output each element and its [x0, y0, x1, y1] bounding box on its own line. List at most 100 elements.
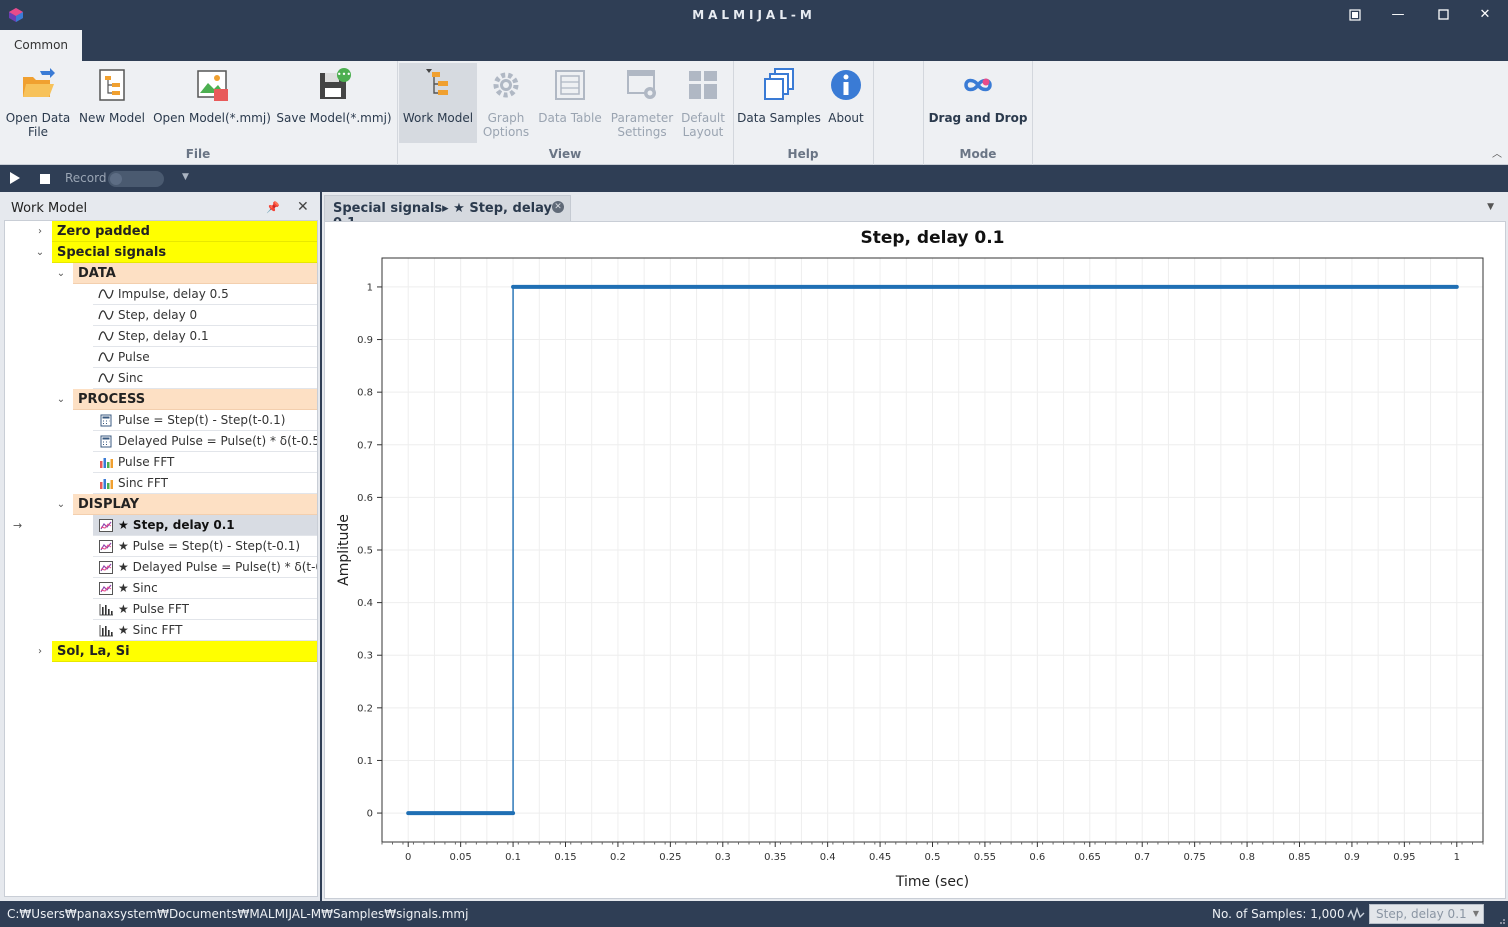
stop-icon[interactable] — [40, 174, 50, 184]
tree-node-label: Step, delay 0 — [118, 308, 198, 322]
chevron-down-icon[interactable]: ⌄ — [56, 263, 66, 284]
wave-icon — [98, 310, 114, 320]
resize-grip-icon[interactable] — [1498, 917, 1506, 925]
maximize-button[interactable] — [1428, 4, 1458, 26]
close-tab-icon[interactable]: ✕ — [552, 201, 564, 213]
tree-group-node[interactable]: Zero padded — [52, 221, 317, 242]
tree-group-node[interactable]: Special signals — [52, 242, 317, 263]
tree-leaf-node[interactable]: Step, delay 0.1 — [93, 326, 317, 347]
tree-leaf-node[interactable]: ★ Pulse = Step(t) - Step(t-0.1) — [93, 536, 317, 557]
line-chart-icon — [99, 519, 113, 532]
window-title: MALMIJAL-M — [692, 8, 816, 22]
chart-panel[interactable]: Step, delay 0.1 0 0.05 0.1 0.15 0.2 0.25 0.3 0.3… — [324, 221, 1506, 899]
graph-options-label: Graph Options — [482, 111, 530, 139]
new-model-button[interactable]: New Model — [78, 63, 146, 143]
y-tick-label: 0.3 — [357, 651, 373, 662]
work-model-button[interactable]: Work Model — [399, 63, 477, 143]
x-tick-label: 0.85 — [1288, 852, 1310, 863]
default-layout-label: Default Layout — [681, 111, 725, 139]
ribbon: Open Data File New Model Open Model(*.mm… — [0, 61, 1508, 165]
about-label: About — [828, 111, 864, 125]
tree-leaf-node[interactable]: ★ Delayed Pulse = Pulse(t) * δ(t-0.5 — [93, 557, 317, 578]
tab-common[interactable]: Common — [0, 30, 82, 61]
record-label: Record — [65, 171, 107, 185]
wave-icon — [98, 373, 114, 383]
tree-leaf-node[interactable]: ★ Sinc FFT — [93, 620, 317, 641]
x-tick-label: 0.25 — [659, 852, 681, 863]
restore-layout-button[interactable] — [1340, 4, 1370, 26]
x-tick-label: 0.55 — [974, 852, 996, 863]
settings-window-icon — [627, 70, 656, 99]
minimize-button[interactable]: — — [1383, 4, 1413, 26]
open-model-button[interactable]: Open Model(*.mmj) — [152, 63, 272, 143]
y-tick-label: 0.7 — [357, 440, 373, 451]
tree-node-label: Pulse — [118, 350, 150, 364]
x-tick-label: 0.9 — [1344, 852, 1360, 863]
display-selector[interactable]: Step, delay 0.1 ▼ — [1369, 904, 1484, 924]
x-tick-label: 0.45 — [869, 852, 891, 863]
group-separator — [1032, 61, 1033, 165]
waveform-icon — [1347, 907, 1365, 921]
tree-node-label: ★ Pulse = Step(t) - Step(t-0.1) — [118, 539, 301, 553]
chevron-up-icon: ︿ — [1492, 149, 1502, 160]
pin-icon[interactable]: 📌 — [266, 201, 280, 214]
chevron-down-icon[interactable]: ⌄ — [56, 494, 66, 515]
tree-leaf-node[interactable]: ★ Sinc — [93, 578, 317, 599]
tree-node-label: Delayed Pulse = Pulse(t) * δ(t-0.5) — [118, 434, 318, 448]
tree-leaf-node-selected[interactable]: ★ Step, delay 0.1 — [93, 515, 317, 536]
data-table-label: Data Table — [538, 111, 602, 125]
tree-leaf-node[interactable]: Pulse FFT — [93, 452, 317, 473]
y-tick-label: 0.9 — [357, 335, 373, 346]
chevron-down-icon[interactable]: ⌄ — [56, 389, 66, 410]
chevron-right-icon[interactable]: › — [35, 641, 45, 662]
chart-title: Step, delay 0.1 — [860, 228, 1004, 248]
data-table-button[interactable]: Data Table — [538, 63, 602, 143]
tree-leaf-node[interactable]: Delayed Pulse = Pulse(t) * δ(t-0.5) — [93, 431, 318, 452]
tree-leaf-node[interactable]: Pulse — [93, 347, 317, 368]
tree-leaf-node[interactable]: Impulse, delay 0.5 — [93, 284, 317, 305]
document-menu-icon[interactable]: ▼ — [1487, 202, 1494, 212]
about-button[interactable]: About — [823, 63, 869, 143]
open-data-file-button[interactable]: Open Data File — [4, 63, 72, 143]
record-toggle[interactable] — [108, 171, 164, 187]
tree-leaf-node[interactable]: ★ Pulse FFT — [93, 599, 317, 620]
data-samples-button[interactable]: Data Samples — [737, 63, 821, 143]
open-data-file-label: Open Data File — [5, 111, 71, 139]
step-chart[interactable]: Step, delay 0.1 0 0.05 0.1 0.15 0.2 0.25 0.3 0.3… — [325, 222, 1505, 898]
tree-node-label: DISPLAY — [78, 497, 140, 512]
drag-and-drop-button[interactable]: Drag and Drop — [926, 63, 1030, 143]
new-model-label: New Model — [78, 111, 146, 125]
graph-options-button[interactable]: Graph Options — [480, 63, 532, 143]
tree-leaf-node[interactable]: Sinc — [93, 368, 317, 389]
default-layout-button[interactable]: Default Layout — [680, 63, 726, 143]
chevron-down-icon: ▼ — [1472, 909, 1479, 918]
histogram-icon — [99, 604, 113, 616]
y-tick-label: 0.1 — [357, 756, 373, 767]
chevron-right-icon[interactable]: › — [35, 221, 45, 242]
tree-node-label: PROCESS — [78, 392, 146, 407]
close-pane-icon[interactable]: ✕ — [297, 199, 309, 215]
parameter-settings-button[interactable]: Parameter Settings — [608, 63, 676, 143]
collapse-ribbon-button[interactable]: ︿ — [1492, 145, 1502, 160]
tree-section-node[interactable]: DISPLAY — [73, 494, 317, 515]
tree-leaf-node[interactable]: Pulse = Step(t) - Step(t-0.1) — [93, 410, 317, 431]
x-tick-label: 0.35 — [764, 852, 786, 863]
x-tick-label: 0.75 — [1184, 852, 1206, 863]
tree-leaf-node[interactable]: Sinc FFT — [93, 473, 317, 494]
gear-icon — [493, 72, 519, 98]
info-icon — [831, 70, 861, 100]
group-label-mode: Mode — [959, 147, 997, 161]
document-tab[interactable]: Special signals▸ ★ Step, delay 0.1 ✕ — [324, 195, 571, 231]
chevron-down-icon[interactable]: ⌄ — [35, 242, 45, 263]
tree-section-node[interactable]: DATA — [73, 263, 317, 284]
y-tick-label: 1 — [367, 282, 373, 293]
y-tick-label: 0.8 — [357, 388, 373, 399]
tree-section-node[interactable]: PROCESS — [73, 389, 317, 410]
play-icon[interactable] — [10, 172, 20, 184]
close-button[interactable]: ✕ — [1470, 4, 1500, 26]
folder-open-icon — [23, 68, 55, 97]
tree-group-node[interactable]: Sol, La, Si — [52, 641, 317, 662]
toolbar-dropdown-icon[interactable]: ▼ — [182, 172, 189, 182]
save-model-button[interactable]: ••• Save Model(*.mmj) — [276, 63, 392, 143]
tree-leaf-node[interactable]: Step, delay 0 — [93, 305, 317, 326]
